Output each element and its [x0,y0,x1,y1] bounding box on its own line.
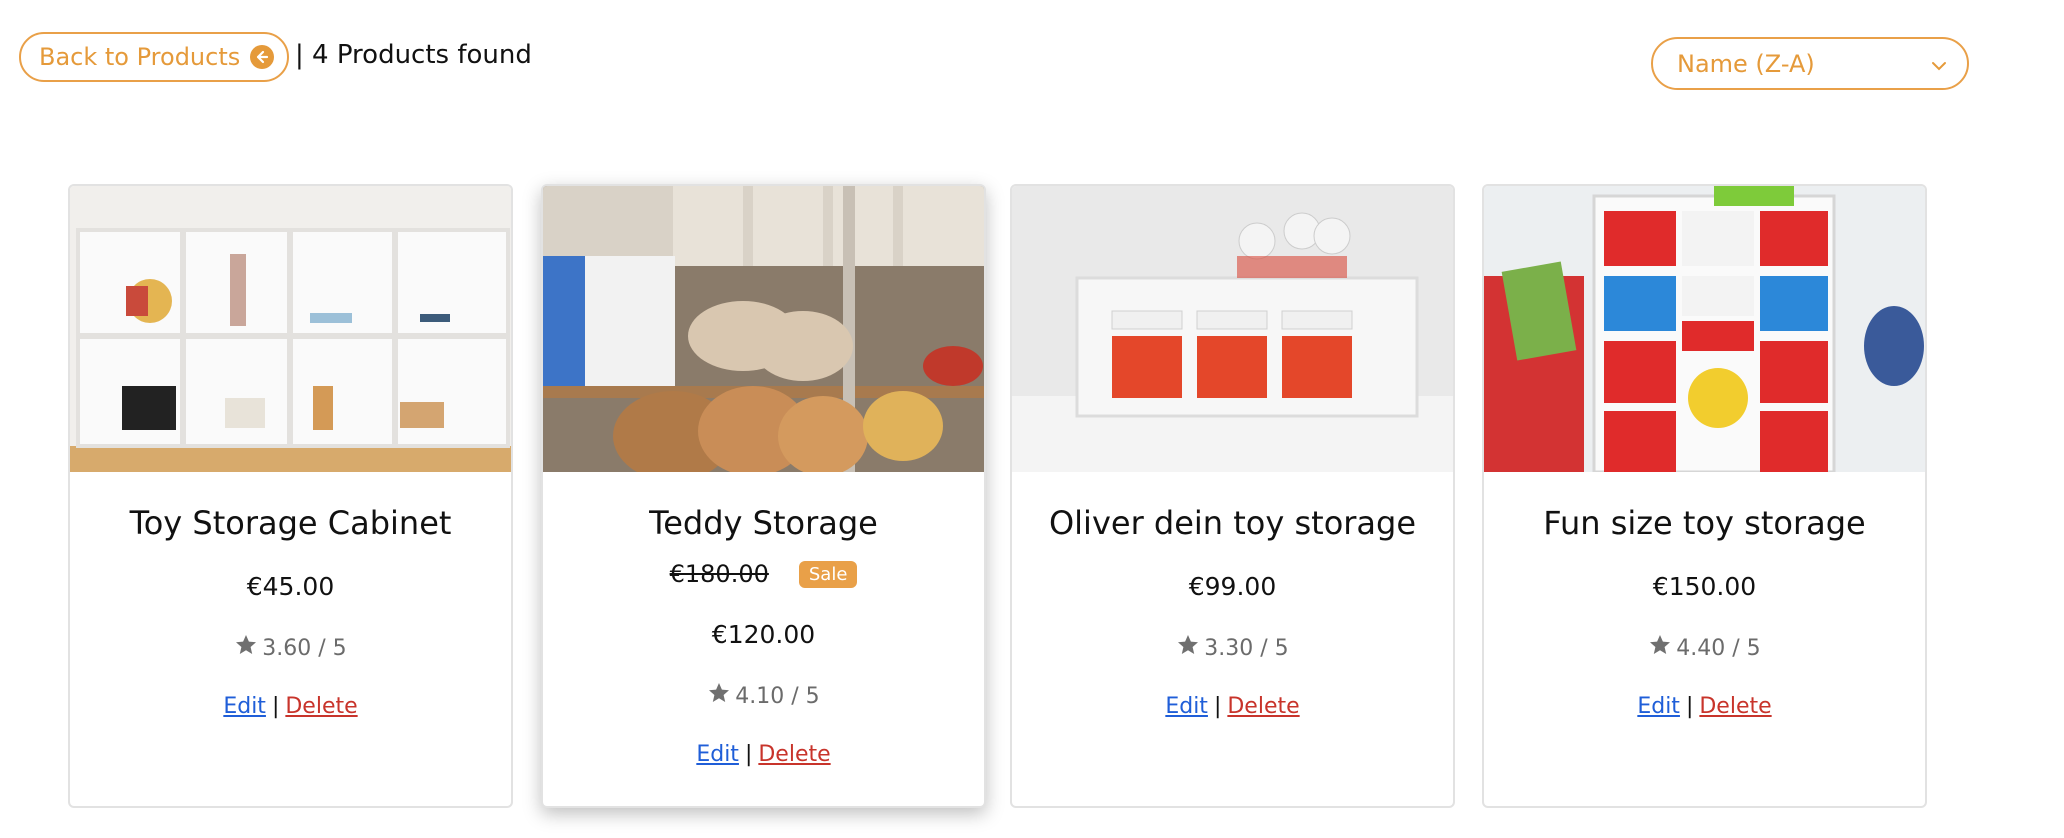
product-price: €120.00 [711,620,816,649]
edit-link[interactable]: Edit [1165,694,1208,719]
separator: | [744,742,753,767]
product-card: Teddy Storage €180.00 Sale €120.00 4.10 … [541,184,986,808]
delete-link[interactable]: Delete [1227,694,1299,719]
product-image[interactable] [543,186,984,472]
sale-badge: Sale [798,560,858,588]
product-card: Fun size toy storage €150.00 4.40 / 5 Ed… [1482,184,1927,808]
product-actions: Edit | Delete [1012,694,1453,719]
star-icon [234,633,258,663]
separator: | [1213,694,1222,719]
rating-value: 4.10 / 5 [735,683,820,709]
product-rating: 3.30 / 5 [1012,633,1453,663]
product-card: Toy Storage Cabinet €45.00 3.60 / 5 Edit… [68,184,513,808]
product-image[interactable] [1012,186,1453,472]
product-actions: Edit | Delete [70,694,511,719]
separator: | [271,694,280,719]
product-card: Oliver dein toy storage €99.00 3.30 / 5 … [1010,184,1455,808]
back-to-products-label: Back to Products [39,43,241,71]
product-image[interactable] [70,186,511,472]
rating-value: 3.30 / 5 [1204,635,1289,661]
edit-link[interactable]: Edit [1637,694,1680,719]
product-name: Toy Storage Cabinet [129,504,452,542]
products-count: | 4 Products found [295,40,532,70]
arrow-left-circle-icon [250,45,275,69]
product-actions: Edit | Delete [543,742,984,767]
original-price: €180.00 [669,560,769,588]
sort-select[interactable]: Name (Z-A) [1651,37,1969,90]
delete-link[interactable]: Delete [1699,694,1771,719]
product-name: Fun size toy storage [1543,504,1866,542]
product-price: €45.00 [246,572,335,601]
rating-value: 4.40 / 5 [1676,635,1761,661]
product-rating: 4.10 / 5 [543,681,984,711]
sort-select-value: Name (Z-A) [1677,49,1815,78]
delete-link[interactable]: Delete [758,742,830,767]
chevron-down-icon [1929,54,1949,82]
back-to-products-button[interactable]: Back to Products [19,32,289,82]
star-icon [1176,633,1200,663]
delete-link[interactable]: Delete [285,694,357,719]
product-rating: 3.60 / 5 [70,633,511,663]
product-price: €99.00 [1188,572,1277,601]
product-price: €150.00 [1652,572,1757,601]
sale-price-row: €180.00 Sale [543,560,984,588]
product-actions: Edit | Delete [1484,694,1925,719]
edit-link[interactable]: Edit [223,694,266,719]
star-icon [707,681,731,711]
star-icon [1648,633,1672,663]
rating-value: 3.60 / 5 [262,635,347,661]
edit-link[interactable]: Edit [696,742,739,767]
product-name: Oliver dein toy storage [1048,504,1417,542]
product-image[interactable] [1484,186,1925,472]
product-rating: 4.40 / 5 [1484,633,1925,663]
product-name: Teddy Storage [649,504,878,542]
separator: | [1685,694,1694,719]
